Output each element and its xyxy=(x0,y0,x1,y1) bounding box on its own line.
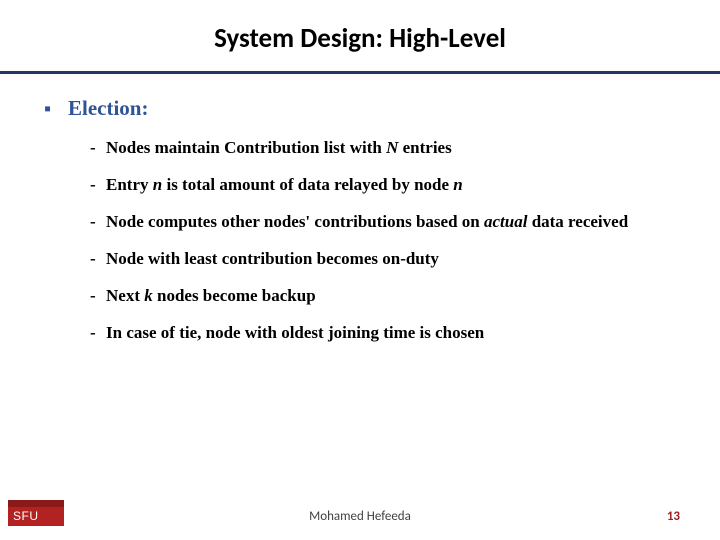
list-item: - In case of tie, node with oldest joini… xyxy=(90,322,676,345)
list-text: is total amount of data relayed by node xyxy=(162,175,453,194)
list-em: n xyxy=(153,175,162,194)
list-item: - Node computes other nodes' contributio… xyxy=(90,211,676,234)
dash-icon: - xyxy=(90,211,106,234)
list-text: Entry xyxy=(106,175,153,194)
list-text: Next xyxy=(106,286,144,305)
slide-body: ▪ Election: - Nodes maintain Contributio… xyxy=(0,74,720,345)
list-text: Node computes other nodes' contributions… xyxy=(106,212,484,231)
dash-icon: - xyxy=(90,137,106,160)
list-em: n xyxy=(453,175,462,194)
list-text: data received xyxy=(527,212,628,231)
list-item: - Next k nodes become backup xyxy=(90,285,676,308)
list-text: Node with least contribution becomes on-… xyxy=(106,248,676,271)
list-text: In case of tie, node with oldest joining… xyxy=(106,322,676,345)
dash-icon: - xyxy=(90,322,106,345)
page-number: 13 xyxy=(667,509,680,524)
list-em: N xyxy=(386,138,398,157)
dash-icon: - xyxy=(90,285,106,308)
list-item: - Node with least contribution becomes o… xyxy=(90,248,676,271)
footer-author: Mohamed Hefeeda xyxy=(0,509,720,524)
section-label: Election: xyxy=(68,96,148,121)
slide-title: System Design: High-Level xyxy=(0,0,720,67)
dash-icon: - xyxy=(90,174,106,197)
list-item: - Entry n is total amount of data relaye… xyxy=(90,174,676,197)
list-text: entries xyxy=(398,138,451,157)
slide-footer: SFU Mohamed Hefeeda 13 xyxy=(0,498,720,526)
section-heading: ▪ Election: xyxy=(44,96,676,121)
square-bullet-icon: ▪ xyxy=(44,99,58,119)
list-text: Nodes maintain Contribution list with xyxy=(106,138,386,157)
list-item: - Nodes maintain Contribution list with … xyxy=(90,137,676,160)
dash-icon: - xyxy=(90,248,106,271)
list-em: actual xyxy=(484,212,527,231)
list-em: k xyxy=(144,286,153,305)
list-text: nodes become backup xyxy=(153,286,316,305)
